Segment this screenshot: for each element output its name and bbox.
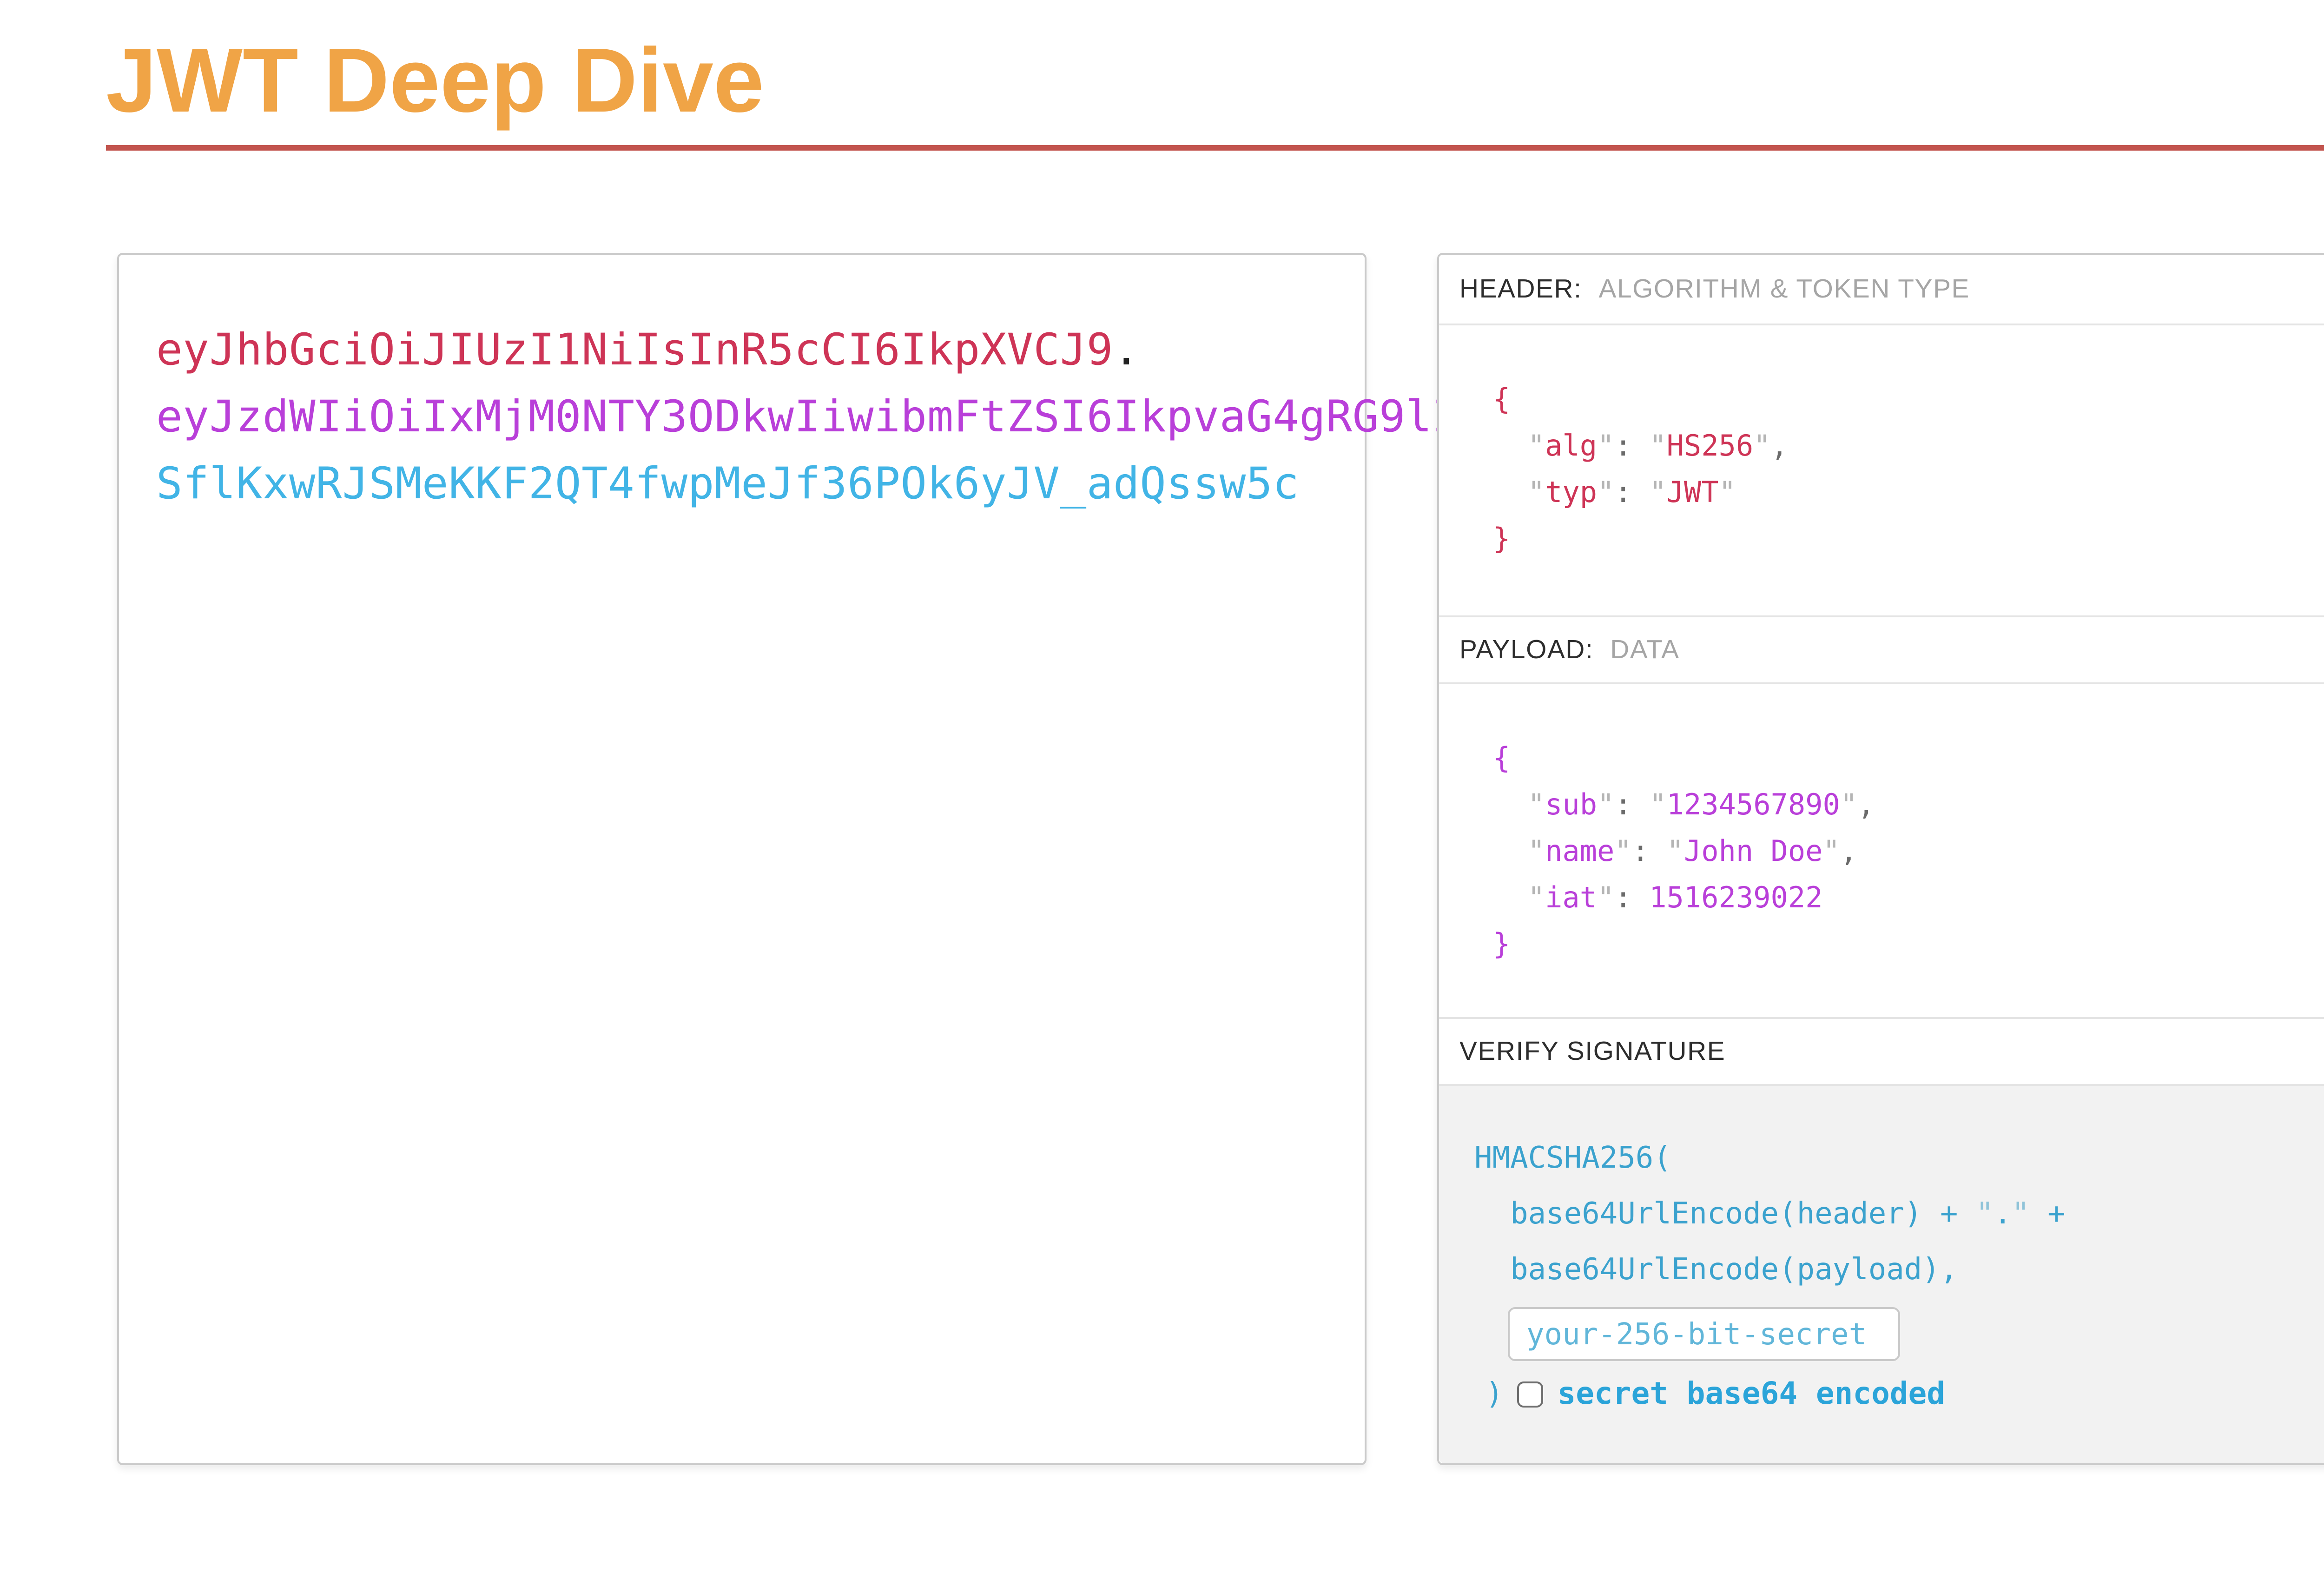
secret-input[interactable] — [1508, 1307, 1900, 1361]
page-title: JWT Deep Dive — [106, 32, 764, 132]
header-label: HEADER: — [1459, 274, 1582, 304]
header-sublabel: ALGORITHM & TOKEN TYPE — [1598, 274, 1970, 304]
verify-signature-area: HMACSHA256( base64UrlEncode(header) + ".… — [1439, 1086, 2324, 1463]
decoded-panel: HEADER: ALGORITHM & TOKEN TYPE { "alg": … — [1437, 253, 2324, 1465]
verify-signature-label: VERIFY SIGNATURE — [1459, 1037, 1726, 1066]
payload-json-editor[interactable]: { "sub": "1234567890", "name": "John Doe… — [1439, 684, 2324, 1019]
signature-formula: HMACSHA256( base64UrlEncode(header) + ".… — [1474, 1140, 2066, 1287]
payload-sublabel: DATA — [1610, 635, 1680, 665]
encoded-token-editor[interactable]: eyJhbGciOiJIUzI1NiIsInR5cCI6IkpXVCJ9.eyJ… — [156, 316, 2150, 517]
verify-section-bar: VERIFY SIGNATURE — [1439, 1019, 2324, 1086]
header-json-editor[interactable]: { "alg": "HS256", "typ": "JWT"} — [1439, 325, 2324, 617]
encoded-token-panel: eyJhbGciOiJIUzI1NiIsInR5cCI6IkpXVCJ9.eyJ… — [117, 253, 2150, 1465]
slide: JWT Deep Dive eyJhbGciOiJIUzI1NiIsInR5cC… — [0, 0, 2324, 1573]
payload-section-bar: PAYLOAD: DATA — [1439, 617, 2324, 684]
header-section-bar: HEADER: ALGORITHM & TOKEN TYPE — [1439, 255, 2324, 325]
signature-formula-close-row: ) secret base64 encoded — [1486, 1376, 2324, 1411]
title-underline — [106, 145, 2324, 150]
payload-label: PAYLOAD: — [1459, 635, 1594, 665]
secret-base64-label[interactable]: secret base64 encoded — [1558, 1376, 1946, 1411]
closing-paren: ) — [1486, 1376, 1504, 1411]
secret-base64-checkbox[interactable] — [1516, 1381, 1543, 1407]
